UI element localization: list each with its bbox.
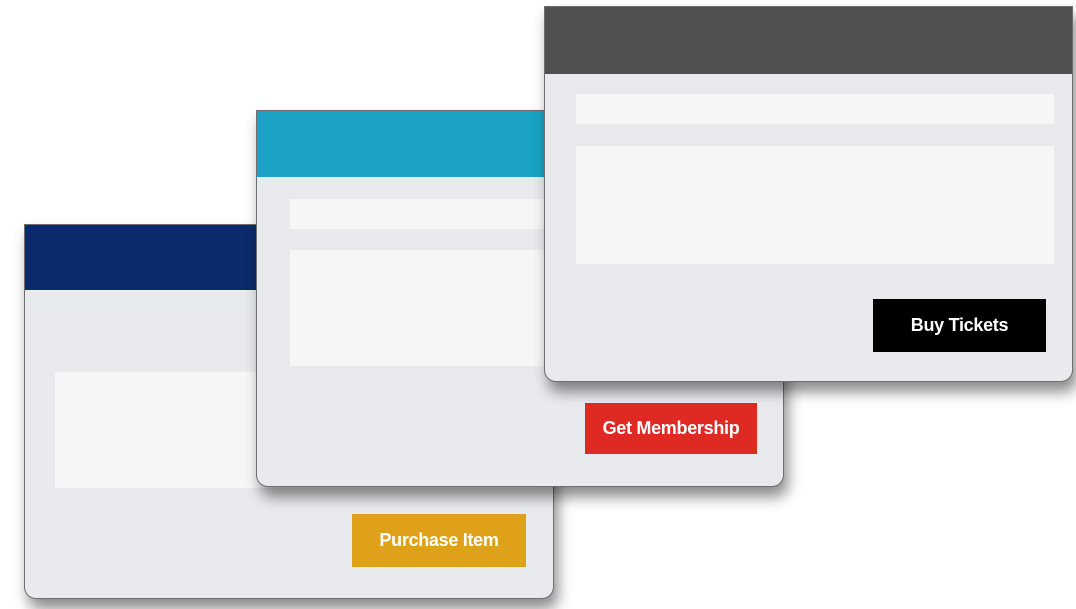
get-membership-button[interactable]: Get Membership [585,403,757,454]
buy-tickets-button[interactable]: Buy Tickets [873,299,1046,352]
purchase-item-button[interactable]: Purchase Item [352,514,526,567]
tickets-card-content-panel [576,146,1054,264]
tickets-card-field-panel [576,94,1054,124]
card-stack: Purchase Item Get Membership Buy Tickets [0,0,1076,609]
tickets-card: Buy Tickets [544,6,1073,382]
tickets-card-header [545,7,1072,74]
